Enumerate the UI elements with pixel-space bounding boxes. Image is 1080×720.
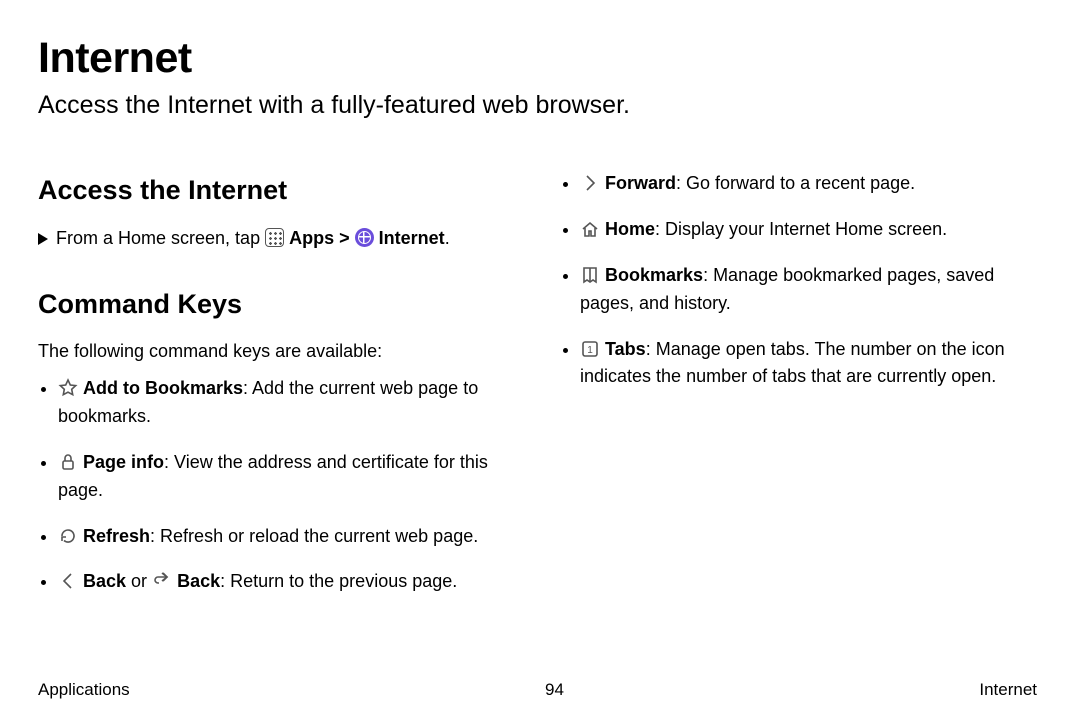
item-desc: : Go forward to a recent page. <box>676 173 915 193</box>
item-name: Bookmarks <box>605 265 703 285</box>
or-text: or <box>126 571 152 591</box>
footer-page-number: 94 <box>545 680 564 700</box>
item-name-pre: Back <box>83 571 126 591</box>
star-icon <box>58 378 78 398</box>
footer-left: Applications <box>38 680 130 700</box>
list-item: Tabs: Manage open tabs. The number on th… <box>580 336 1037 392</box>
item-desc: : Refresh or reload the current web page… <box>150 526 478 546</box>
item-name: Forward <box>605 173 676 193</box>
page-title: Internet <box>38 34 1037 83</box>
access-instruction: From a Home screen, tap Apps > Internet. <box>38 225 515 252</box>
bookmarks-icon <box>580 265 600 285</box>
period: . <box>445 228 450 248</box>
chevron-left-icon <box>58 571 78 591</box>
step-marker-icon <box>38 233 48 245</box>
section-keys-heading: Command Keys <box>38 284 515 325</box>
footer-right: Internet <box>979 680 1037 700</box>
refresh-icon <box>58 526 78 546</box>
lock-icon <box>58 452 78 472</box>
list-item: Refresh: Refresh or reload the current w… <box>58 523 515 551</box>
access-prefix: From a Home screen, tap <box>56 228 260 248</box>
breadcrumb-sep: > <box>339 228 350 248</box>
back-arrow-icon <box>152 571 172 591</box>
item-name: Home <box>605 219 655 239</box>
list-item: Page info: View the address and certific… <box>58 449 515 505</box>
item-desc: : Return to the previous page. <box>220 571 457 591</box>
item-name: Tabs <box>605 339 646 359</box>
section-access-heading: Access the Internet <box>38 170 515 211</box>
internet-label: Internet <box>379 228 445 248</box>
list-item: Bookmarks: Manage bookmarked pages, save… <box>580 262 1037 318</box>
list-item: Back or Back: Return to the previous pag… <box>58 568 515 596</box>
list-item: Home: Display your Internet Home screen. <box>580 216 1037 244</box>
item-name: Back <box>177 571 220 591</box>
apps-icon <box>265 228 284 247</box>
list-item: Add to Bookmarks: Add the current web pa… <box>58 375 515 431</box>
internet-icon <box>355 228 374 247</box>
apps-label: Apps <box>289 228 334 248</box>
item-name: Add to Bookmarks <box>83 378 243 398</box>
item-desc: : Display your Internet Home screen. <box>655 219 947 239</box>
chevron-right-icon <box>580 173 600 193</box>
tabs-icon <box>580 339 600 359</box>
page-subtitle: Access the Internet with a fully-feature… <box>38 91 1037 120</box>
item-name: Page info <box>83 452 164 472</box>
home-icon <box>580 219 600 239</box>
item-name: Refresh <box>83 526 150 546</box>
list-item: Forward: Go forward to a recent page. <box>580 170 1037 198</box>
section-keys-intro: The following command keys are available… <box>38 338 515 365</box>
